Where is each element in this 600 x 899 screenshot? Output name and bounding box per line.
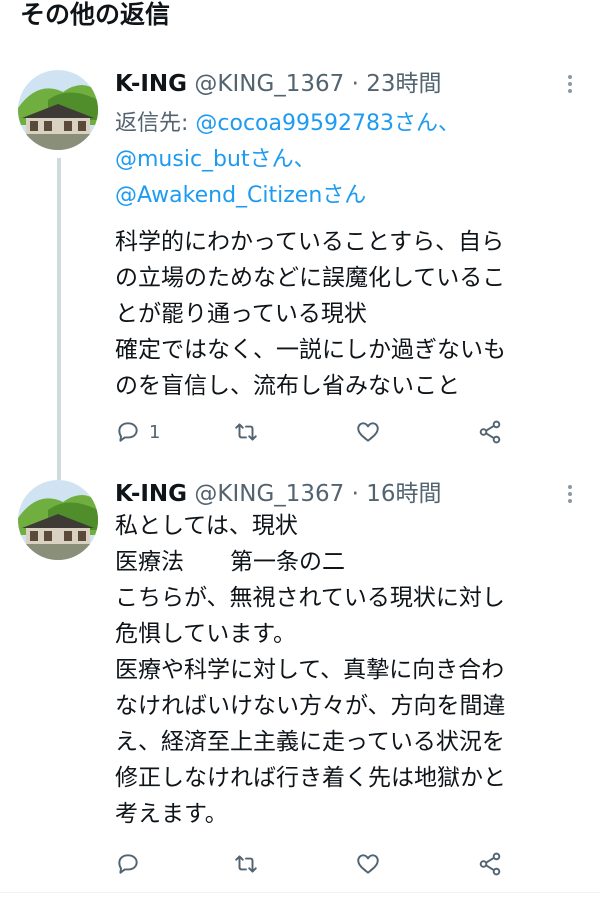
separator-dot: · [351,481,359,507]
like-button[interactable] [355,416,381,448]
text-line: 危惧しています。 [115,621,297,647]
text-line: のを盲信し、流布し省みないこと [115,373,460,399]
mention-link[interactable]: @cocoa99592783さん、 [195,111,460,136]
text-line: なければいけない方々が、方向を間違 [115,693,506,719]
avatar[interactable] [18,480,98,560]
timestamp[interactable]: 16時間 [366,481,441,507]
timestamp[interactable]: 23時間 [366,71,441,97]
share-button[interactable] [477,848,503,880]
divider [0,892,600,893]
reply-button[interactable] [115,848,149,880]
reply-icon [118,422,138,442]
section-title: その他の返信 [20,0,171,29]
user-handle[interactable]: @KING_1367 [194,481,344,507]
share-icon [479,852,501,876]
like-icon [357,854,379,874]
display-name[interactable]: K-ING [115,481,187,507]
mention-link[interactable]: @Awakend_Citizenさん [115,183,366,208]
action-bar: 1 [115,416,515,448]
retweet-button[interactable] [233,848,259,880]
replying-to: 返信先: @cocoa99592783さん、 @music_butさん、 @Aw… [115,106,585,214]
text-line: 医療や科学に対して、真摯に向き合わ [115,657,505,683]
tweet[interactable]: K-ING @KING_1367 · 23時間 返信先: @cocoa99592… [0,60,600,480]
tweet[interactable]: K-ING @KING_1367 · 16時間 私としては、現状 医療法 第一条… [0,470,600,898]
reply-button[interactable]: 1 [115,416,160,448]
share-button[interactable] [477,416,503,448]
text-line: え、経済至上主義に走っている状況を [115,729,505,755]
avatar[interactable] [18,70,98,150]
text-line: 医療法 第一条の二 [115,549,345,575]
text-line: の立場のためなどに誤魔化しているこ [115,265,506,291]
reply-count: 1 [149,421,161,443]
text-line: 科学的にわかっていることすら、自ら [115,229,505,255]
text-line: とが罷り通っている現状 [115,301,367,327]
thread-line [57,158,61,480]
action-bar [115,848,515,880]
mention-link[interactable]: @music_butさん、 [115,147,316,172]
display-name[interactable]: K-ING [115,71,187,97]
tweet-text: 私としては、現状 医療法 第一条の二 こちらが、無視されている現状に対し 危惧し… [115,508,590,832]
text-line: 確定ではなく、一説にしか過ぎないも [115,337,506,363]
reply-icon [118,854,138,874]
text-line: 考えます。 [115,801,228,827]
share-icon [479,420,501,444]
tweet-header: K-ING @KING_1367 · 16時間 [115,478,442,512]
retweet-button[interactable] [233,416,259,448]
replying-prefix: 返信先: [115,111,196,136]
like-icon [357,422,379,442]
tweet-header: K-ING @KING_1367 · 23時間 [115,68,442,102]
retweet-icon [235,855,257,873]
separator-dot: · [351,71,359,97]
retweet-icon [235,423,257,441]
like-button[interactable] [355,848,381,880]
text-line: こちらが、無視されている現状に対し [115,585,505,611]
more-icon[interactable] [558,72,582,100]
more-icon[interactable] [558,482,582,510]
user-handle[interactable]: @KING_1367 [194,71,344,97]
text-line: 修正しなければ行き着く先は地獄かと [115,765,506,791]
tweet-text: 科学的にわかっていることすら、自ら の立場のためなどに誤魔化しているこ とが罷り… [115,224,590,404]
text-line: 私としては、現状 [115,513,298,539]
